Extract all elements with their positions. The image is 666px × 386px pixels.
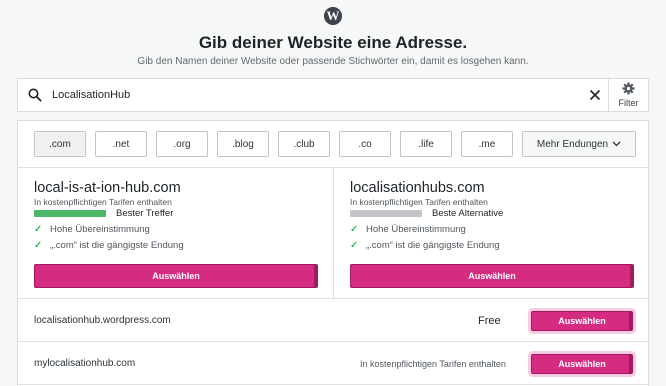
match-bar xyxy=(34,210,106,217)
page-title: Gib deiner Website eine Adresse. xyxy=(198,33,468,52)
checkmark-icon: ✓ xyxy=(34,240,43,251)
search-input[interactable] xyxy=(52,79,582,111)
gear-icon xyxy=(622,82,635,97)
more-tlds-button[interactable]: Mehr Endungen xyxy=(522,131,636,157)
match-bar xyxy=(350,210,422,217)
select-domain-button[interactable]: Auswählen xyxy=(34,264,318,288)
match-indicator: Bester Treffer xyxy=(34,208,333,219)
match-indicator: Beste Alternative xyxy=(350,208,648,219)
featured-card: localisationhubs.com In kostenpflichtige… xyxy=(333,168,648,298)
select-domain-button[interactable]: Auswählen xyxy=(350,264,634,288)
tld-filter-bar: .com .net .org .blog .club .co .life .me… xyxy=(34,131,636,157)
tld-chip-blog[interactable]: .blog xyxy=(217,131,269,157)
tld-chip-net[interactable]: .net xyxy=(95,131,147,157)
results-panel: .com .net .org .blog .club .co .life .me… xyxy=(17,120,649,386)
tld-chip-club[interactable]: .club xyxy=(278,131,330,157)
domain-search-bar: Filter xyxy=(17,78,649,112)
wordpress-logo-icon: W xyxy=(324,7,342,25)
result-price: Free xyxy=(478,314,501,327)
chevron-down-icon xyxy=(612,141,621,147)
match-label: Beste Alternative xyxy=(432,208,504,219)
page-subtitle: Gib den Namen deiner Website oder passen… xyxy=(137,56,529,67)
tld-chip-life[interactable]: .life xyxy=(400,131,452,157)
tld-chip-co[interactable]: .co xyxy=(339,131,391,157)
match-reason: ✓ Hohe Übereinstimmung xyxy=(34,224,333,235)
tld-chip-com[interactable]: .com xyxy=(34,131,86,157)
domain-result-row: mylocalisationhub.com In kostenpflichtig… xyxy=(18,343,648,385)
result-domain: mylocalisationhub.com xyxy=(34,358,136,369)
match-reason-text: Hohe Übereinstimmung xyxy=(366,224,466,235)
included-in-plans-note: In kostenpflichtigen Tarifen enthalten xyxy=(350,197,488,207)
more-tlds-label: Mehr Endungen xyxy=(536,138,609,150)
tld-chip-me[interactable]: .me xyxy=(461,131,513,157)
included-in-plans-note: In kostenpflichtigen Tarifen enthalten xyxy=(34,197,172,207)
close-icon[interactable] xyxy=(582,89,608,101)
checkmark-icon: ✓ xyxy=(350,240,359,251)
suggestion-domain: localisationhubs.com xyxy=(350,180,485,196)
featured-suggestions: local-is-at-ion-hub.com In kostenpflicht… xyxy=(18,167,648,299)
filter-button[interactable]: Filter xyxy=(608,79,648,111)
match-reason: ✓ „.com“ ist die gängigste Endung xyxy=(34,240,333,251)
match-reason: ✓ „.com“ ist die gängigste Endung xyxy=(350,240,648,251)
suggestion-domain: local-is-at-ion-hub.com xyxy=(34,180,181,196)
search-icon xyxy=(18,88,52,102)
match-reason-text: „.com“ ist die gängigste Endung xyxy=(50,240,184,251)
match-label: Bester Treffer xyxy=(116,208,174,219)
checkmark-icon: ✓ xyxy=(350,224,359,235)
result-domain: localisationhub.wordpress.com xyxy=(34,315,171,326)
match-reason-text: Hohe Übereinstimmung xyxy=(50,224,150,235)
match-reason: ✓ Hohe Übereinstimmung xyxy=(350,224,648,235)
result-price: In kostenpflichtigen Tarifen enthalten xyxy=(360,358,506,369)
filter-label: Filter xyxy=(618,98,639,108)
checkmark-icon: ✓ xyxy=(34,224,43,235)
tld-chip-org[interactable]: .org xyxy=(156,131,208,157)
featured-card: local-is-at-ion-hub.com In kostenpflicht… xyxy=(18,168,333,298)
match-reason-text: „.com“ ist die gängigste Endung xyxy=(366,240,500,251)
select-domain-button[interactable]: Auswählen xyxy=(531,353,633,374)
select-domain-button[interactable]: Auswählen xyxy=(531,310,633,331)
domain-result-row: localisationhub.wordpress.com Free Auswä… xyxy=(18,300,648,342)
